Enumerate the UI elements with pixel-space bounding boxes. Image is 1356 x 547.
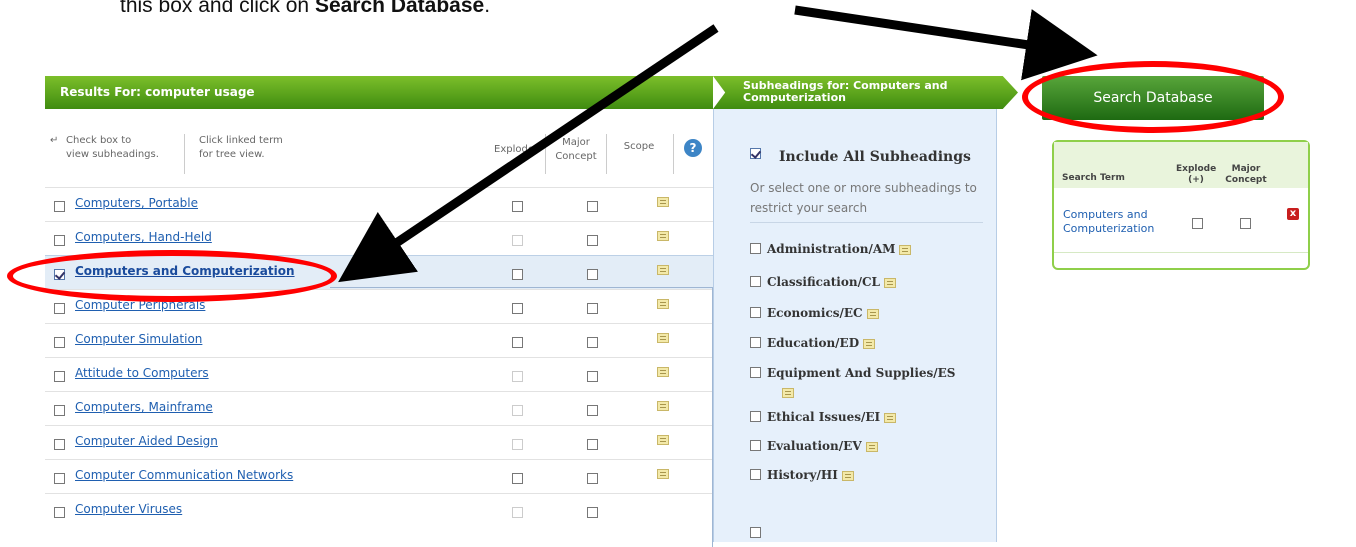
scope-note-icon[interactable]: [782, 388, 794, 398]
arrow-to-search: [794, 5, 1098, 81]
annotation-ellipse-term: [7, 250, 337, 302]
annotation-ellipse-search: [1022, 61, 1284, 133]
arrow-to-term: [338, 24, 719, 283]
